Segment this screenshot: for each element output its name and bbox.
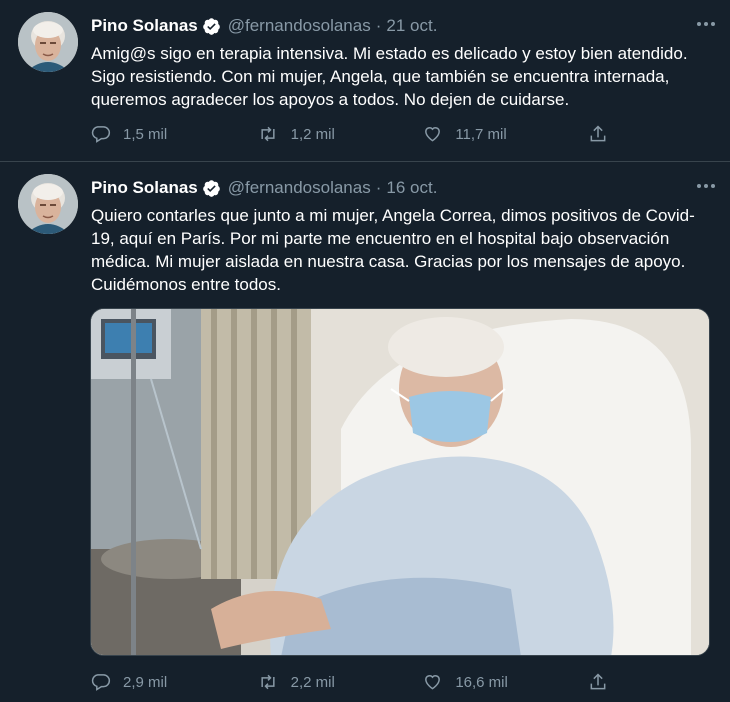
like-count: 11,7 mil [455, 125, 507, 143]
share-icon [590, 673, 606, 690]
author-name[interactable]: Pino Solanas [91, 16, 198, 36]
author-handle[interactable]: @fernandosolanas [228, 16, 371, 36]
tweet-date[interactable]: 21 oct. [386, 16, 437, 36]
tweet-actions: 2,9 mil 2,2 mil 16,6 mil [91, 672, 620, 692]
tweet-header: Pino Solanas @fernandosolanas · 21 oct. [91, 14, 716, 38]
share-button[interactable] [588, 124, 620, 144]
reply-icon [91, 674, 111, 691]
reply-count: 2,9 mil [123, 673, 168, 691]
tweet[interactable]: Pino Solanas @fernandosolanas · 16 oct. … [0, 162, 730, 702]
like-icon [425, 675, 441, 690]
verified-badge-icon [202, 17, 221, 36]
separator: · [375, 16, 382, 35]
author-name[interactable]: Pino Solanas [91, 178, 198, 198]
retweet-icon [261, 126, 275, 142]
reply-button[interactable]: 2,9 mil [91, 672, 241, 692]
like-icon [425, 127, 441, 142]
retweet-button[interactable]: 1,2 mil [257, 124, 407, 144]
tweet[interactable]: Pino Solanas @fernandosolanas · 21 oct. … [0, 0, 730, 162]
reply-count: 1,5 mil [123, 125, 168, 143]
author-handle[interactable]: @fernandosolanas [228, 178, 371, 198]
retweet-count: 1,2 mil [290, 125, 335, 143]
avatar[interactable] [18, 12, 78, 72]
reply-button[interactable]: 1,5 mil [91, 124, 241, 144]
tweet-actions: 1,5 mil 1,2 mil 11,7 mil [91, 124, 620, 144]
reply-icon [91, 126, 111, 143]
separator: · [375, 178, 382, 197]
avatar[interactable] [18, 174, 78, 234]
more-icon[interactable] [688, 176, 716, 196]
retweet-button[interactable]: 2,2 mil [257, 672, 407, 692]
verified-badge-icon [202, 179, 221, 198]
share-icon [590, 125, 606, 142]
like-button[interactable]: 16,6 mil [422, 672, 572, 692]
like-button[interactable]: 11,7 mil [422, 124, 572, 144]
tweet-photo[interactable] [90, 308, 710, 656]
share-button[interactable] [588, 672, 620, 692]
tweet-text: Quiero contarles que junto a mi mujer, A… [91, 206, 695, 294]
retweet-count: 2,2 mil [290, 673, 335, 691]
like-count: 16,6 mil [455, 673, 508, 691]
tweet-header: Pino Solanas @fernandosolanas · 16 oct. [91, 176, 716, 200]
retweet-icon [261, 674, 275, 690]
more-icon[interactable] [688, 14, 716, 34]
tweet-text: Amig@s sigo en terapia intensiva. Mi est… [91, 44, 688, 109]
tweet-date[interactable]: 16 oct. [386, 178, 437, 198]
